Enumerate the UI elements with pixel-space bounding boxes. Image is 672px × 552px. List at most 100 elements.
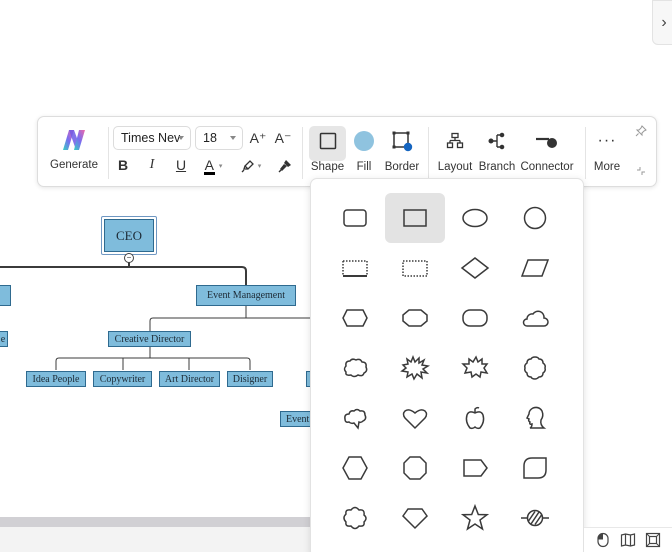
connector-cd-branch (59, 357, 251, 370)
more-dots-icon: ··· (597, 132, 617, 149)
increase-font-button[interactable]: A⁺ (248, 128, 268, 148)
ellipse-icon (462, 208, 488, 228)
fill-label: Fill (356, 161, 372, 173)
collapse-toolbar-button[interactable] (635, 165, 647, 177)
shape-explosion-1[interactable] (385, 343, 445, 393)
shape-parallelogram[interactable] (505, 243, 565, 293)
chevron-down-icon (230, 136, 236, 140)
format-painter-button[interactable] (276, 156, 294, 176)
font-size-dropdown[interactable]: 18 (195, 126, 243, 150)
connector-label: Connector (520, 161, 574, 173)
shape-apple[interactable] (445, 393, 505, 443)
map-icon[interactable] (620, 532, 636, 548)
fill-button[interactable]: Fill (351, 125, 377, 183)
ai-generate-icon (63, 130, 85, 150)
shape-star[interactable] (445, 493, 505, 543)
rounded-rectangle-icon (343, 209, 367, 227)
diamond-icon (460, 257, 490, 279)
connector-cd-drop (149, 317, 154, 331)
shape-label: Shape (310, 161, 345, 173)
hexagon-flat-icon (342, 309, 368, 327)
node-creative-director[interactable]: Creative Director (108, 331, 191, 347)
toolbar-divider (302, 127, 303, 179)
shape-leaf-rect[interactable] (505, 443, 565, 493)
heart-icon (402, 409, 428, 430)
hexagon-icon (342, 456, 368, 480)
sidebar-toggle-button[interactable]: › (652, 0, 672, 45)
italic-button[interactable]: I (144, 155, 160, 175)
shape-cloud[interactable] (505, 293, 565, 343)
mouse-icon[interactable] (595, 532, 611, 548)
underline-button[interactable]: U (173, 155, 189, 175)
pin-button[interactable] (634, 124, 648, 138)
node-copywriter[interactable]: Copywriter (93, 371, 152, 387)
generate-label: Generate (50, 159, 98, 171)
decrease-font-button[interactable]: A⁻ (273, 128, 293, 148)
shape-octagon[interactable] (385, 443, 445, 493)
shape-button[interactable]: Shape (309, 125, 346, 183)
node-event-management[interactable]: Event Management (196, 285, 296, 306)
node-event-partial[interactable]: Event (280, 411, 312, 427)
collapse-corner-icon (637, 167, 645, 175)
layout-button[interactable]: Layout (436, 125, 474, 183)
toolbar-divider (428, 127, 429, 179)
explosion-1-icon (400, 354, 430, 381)
bold-button[interactable]: B (115, 155, 131, 175)
shape-hexagon-flat[interactable] (325, 293, 385, 343)
connector-button[interactable]: Connector (520, 125, 574, 183)
fit-screen-icon[interactable] (645, 532, 661, 548)
node-art-director[interactable]: Art Director (159, 371, 220, 387)
connector-idea-drop (55, 357, 60, 370)
shape-heart[interactable] (385, 393, 445, 443)
shape-octagon-rounded[interactable] (385, 293, 445, 343)
shape-ellipse[interactable] (445, 193, 505, 243)
shape-rounded-rectangle[interactable] (325, 193, 385, 243)
font-size-value: 18 (203, 131, 217, 145)
highlighter-icon (241, 160, 254, 173)
shape-circle[interactable] (505, 193, 565, 243)
branch-button[interactable]: Branch (478, 125, 516, 183)
font-family-value: Times Nev (121, 131, 181, 145)
shape-cloud-bumpy[interactable] (325, 343, 385, 393)
shape-no-symbol[interactable] (505, 493, 565, 543)
shape-brain-bubble[interactable] (325, 393, 385, 443)
shape-quatrefoil[interactable] (325, 493, 385, 543)
pin-icon (635, 125, 647, 137)
shape-pentagon-tag[interactable] (445, 443, 505, 493)
square-icon (319, 125, 337, 157)
shape-dotted-rectangle-underline[interactable] (325, 243, 385, 293)
font-color-icon: A (203, 156, 215, 175)
shape-diamond[interactable] (445, 243, 505, 293)
shape-hexagon[interactable] (325, 443, 385, 493)
collapse-toggle[interactable]: − (124, 253, 134, 263)
shape-dotted-rectangle[interactable] (385, 243, 445, 293)
toolbar-divider (585, 127, 586, 179)
shape-rectangle[interactable] (385, 193, 445, 243)
apple-icon (465, 406, 485, 430)
node-left-partial-2[interactable]: e (0, 331, 8, 347)
decrease-font-icon: A⁻ (274, 129, 292, 146)
shape-stadium[interactable] (445, 293, 505, 343)
stadium-icon (462, 309, 488, 327)
star-icon (460, 503, 490, 531)
quatrefoil-icon (343, 506, 367, 530)
font-family-dropdown[interactable]: Times Nev (113, 126, 191, 150)
border-button[interactable]: Border (382, 125, 422, 183)
generate-button[interactable]: Generate (46, 129, 102, 179)
node-ceo[interactable]: CEO (104, 219, 154, 252)
shape-scalloped-circle[interactable] (505, 343, 565, 393)
shape-head-profile[interactable] (505, 393, 565, 443)
more-button[interactable]: ··· More (591, 125, 623, 183)
shape-diamond-gem[interactable] (385, 493, 445, 543)
pentagon-tag-icon (463, 459, 488, 477)
font-color-button[interactable]: A ▾ (199, 155, 227, 177)
horizontal-scrollbar-thumb[interactable] (0, 517, 310, 527)
node-designer[interactable]: Disigner (227, 371, 273, 387)
shape-picker-panel (310, 178, 584, 552)
underline-icon: U (175, 157, 187, 173)
increase-font-icon: A⁺ (249, 129, 267, 146)
shape-explosion-2[interactable] (445, 343, 505, 393)
node-idea-people[interactable]: Idea People (26, 371, 86, 387)
node-left-partial[interactable] (0, 285, 11, 306)
highlight-button[interactable]: ▾ (237, 155, 265, 177)
